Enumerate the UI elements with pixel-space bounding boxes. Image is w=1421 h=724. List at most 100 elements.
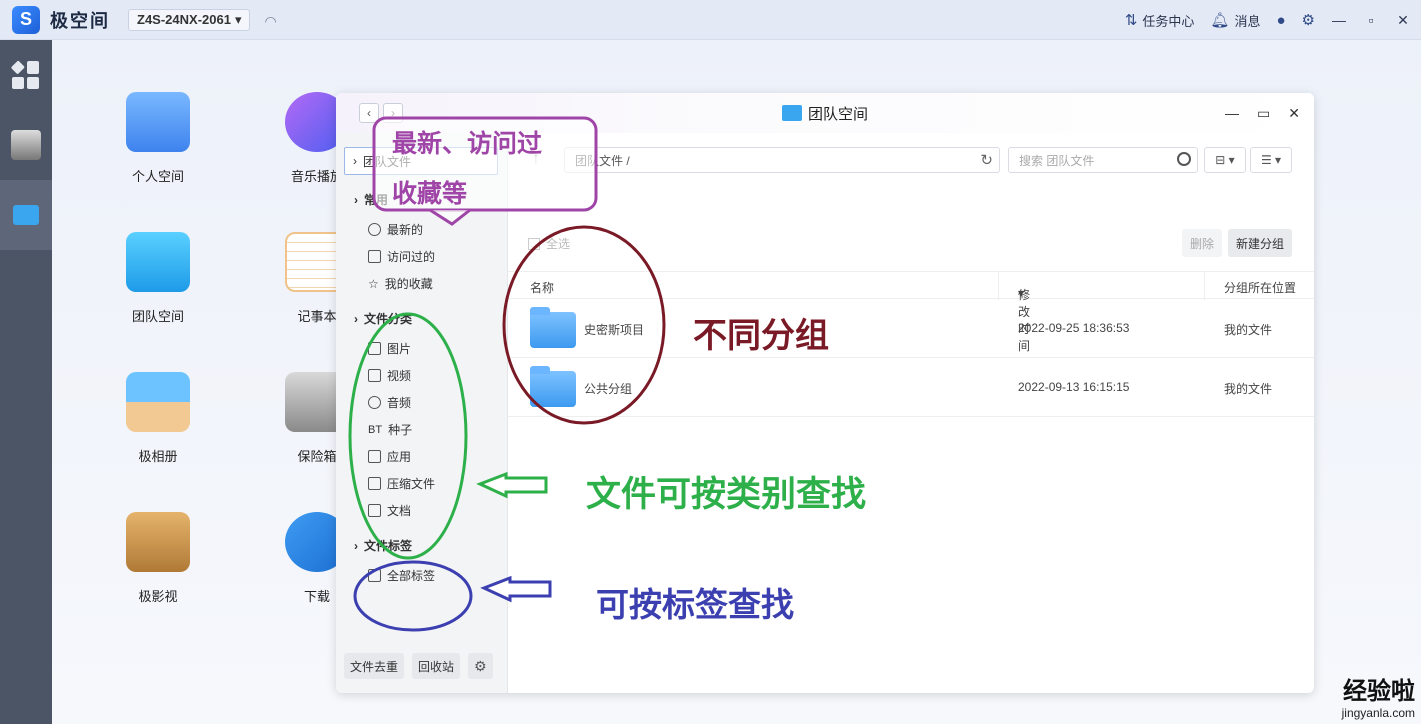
desktop-icon-team[interactable]: 团队空间 (103, 232, 213, 325)
minimize-button[interactable]: — (1331, 12, 1347, 28)
sort-icon: ⊟ ▾ (1215, 153, 1235, 167)
rail-apps[interactable] (0, 40, 52, 110)
new-group-button[interactable]: 新建分组 (1228, 229, 1293, 257)
chevron-right-icon: › (354, 311, 358, 326)
path-text: 团队文件 / (575, 153, 630, 168)
annotation-bubble-line2: 收藏等 (392, 179, 468, 208)
sidebar-item-images[interactable]: 图片 (368, 340, 411, 357)
rail-user[interactable] (0, 110, 52, 180)
settings-gear-icon[interactable]: ⚙ (468, 653, 493, 679)
view-mode-button[interactable]: ☰ ▾ (1250, 147, 1292, 173)
star-icon: ☆ (368, 276, 379, 291)
sidebar-item-label: 访问过的 (387, 250, 436, 264)
annotation-groups: 不同分组 (693, 316, 829, 356)
desktop-icon-video[interactable]: 极影视 (103, 512, 213, 605)
checkbox (528, 237, 540, 250)
annotation-categories: 文件可按类别查找 (586, 475, 867, 515)
sidebar-item-videos[interactable]: 视频 (368, 367, 411, 384)
folder-icon (126, 92, 190, 152)
transfer-icon: ⇅ (1124, 12, 1138, 29)
task-center-button[interactable]: ⇅ 任务中心 (1125, 11, 1195, 30)
device-select[interactable]: Z4S-24NX-2061 ▾ (128, 8, 251, 31)
sidebar-item-archives[interactable]: 压缩文件 (368, 475, 435, 492)
section-label: 文件分类 (364, 312, 413, 326)
search-input[interactable]: 搜索 团队文件 (1008, 147, 1198, 173)
apps-icon (11, 60, 40, 89)
desktop-icon-personal[interactable]: 个人空间 (103, 92, 213, 185)
select-all-label: 全选 (546, 237, 571, 251)
device-name: Z4S-24NX-2061 (137, 12, 231, 27)
messages-label: 消息 (1234, 13, 1261, 29)
desktop-icon-label: 团队空间 (131, 309, 184, 324)
window-close-button[interactable]: ✕ (1288, 105, 1300, 122)
sort-button[interactable]: ⊟ ▾ (1204, 147, 1246, 173)
task-center-label: 任务中心 (1142, 13, 1195, 29)
close-button[interactable]: ✕ (1395, 12, 1411, 29)
table-row[interactable]: 史密斯项目 2022-09-25 18:36:53 我的文件 (508, 299, 1314, 358)
recycle-bin-button[interactable]: 回收站 (412, 653, 461, 679)
sidebar-item-favorites[interactable]: ☆ 我的收藏 (368, 275, 433, 292)
window-title-text: 团队空间 (807, 105, 868, 123)
watermark-line1: 经验啦 (1343, 677, 1415, 705)
sidebar-item-all-tags[interactable]: 全部标签 (368, 567, 435, 584)
window-title: 团队空间 (336, 103, 1314, 124)
sidebar-section-common[interactable]: › 常用 (354, 191, 388, 208)
sidebar: › 团队文件 › 常用 最新的 访问过的 ☆ 我的收藏 › 文件分类 图片 视频 音频 … (336, 133, 508, 693)
table-row[interactable]: 公共分组 2022-09-13 16:15:15 我的文件 (508, 358, 1314, 417)
window-maximize-button[interactable]: ▭ (1257, 105, 1270, 122)
sidebar-item-label: 视频 (387, 369, 412, 383)
sidebar-item-label: 文档 (387, 504, 412, 518)
dedupe-button[interactable]: 文件去重 (344, 653, 405, 679)
document-icon (368, 504, 381, 517)
torrent-icon: BT (368, 423, 383, 436)
rail-team-space[interactable] (0, 180, 52, 250)
sidebar-item-audio[interactable]: 音频 (368, 394, 411, 411)
sidebar-item-label: 压缩文件 (387, 477, 436, 491)
window-minimize-button[interactable]: — (1225, 105, 1239, 122)
table-header: 名称 修改时间 ▾ 分组所在位置 (508, 271, 1314, 353)
annotation-tags: 可按标签查找 (596, 585, 794, 624)
video-icon (126, 512, 190, 572)
chevron-right-icon: › (354, 538, 358, 553)
image-icon (368, 342, 381, 355)
row-modified: 2022-09-25 18:36:53 (1018, 321, 1130, 335)
path-bar[interactable]: 团队文件 / ↻ (564, 147, 1000, 173)
search-placeholder: 搜索 团队文件 (1019, 153, 1095, 168)
group-folder-icon (530, 366, 576, 407)
refresh-icon[interactable]: ↻ (980, 151, 993, 169)
search-icon (1177, 152, 1191, 166)
audio-icon (368, 396, 381, 409)
col-location[interactable]: 分组所在位置 (1224, 279, 1296, 296)
maximize-button[interactable]: ▫ (1363, 12, 1379, 28)
gear-icon[interactable]: ⚙ (1302, 11, 1315, 29)
sidebar-item-torrents[interactable]: BT 种子 (368, 421, 412, 438)
delete-button[interactable]: 删除 (1182, 229, 1223, 257)
sidebar-item-label: 我的收藏 (384, 277, 433, 291)
sidebar-item-label: 最新的 (387, 223, 424, 237)
archive-icon (368, 477, 381, 490)
sidebar-item-apps[interactable]: 应用 (368, 448, 411, 465)
row-name: 公共分组 (584, 382, 633, 396)
sidebar-item-documents[interactable]: 文档 (368, 502, 411, 519)
wifi-icon: ◠ (264, 12, 277, 29)
col-name[interactable]: 名称 (530, 279, 554, 296)
section-label: 文件标签 (364, 539, 413, 553)
user-icon[interactable]: ● (1276, 12, 1285, 29)
section-label: 常用 (364, 193, 389, 207)
sidebar-section-categories[interactable]: › 文件分类 (354, 310, 412, 327)
clock-icon (368, 223, 381, 236)
chevron-right-icon: › (353, 154, 357, 168)
team-folder-icon (126, 232, 190, 292)
sidebar-item-recent[interactable]: 最新的 (368, 221, 423, 238)
select-all-checkbox[interactable]: 全选 (528, 235, 570, 252)
visited-icon (368, 250, 381, 263)
messages-button[interactable]: 🔔︎ 消息 (1210, 11, 1260, 30)
team-space-icon (13, 205, 39, 225)
desktop-icon-photos[interactable]: 极相册 (103, 372, 213, 465)
list-view-icon: ☰ ▾ (1260, 153, 1282, 167)
row-location: 我的文件 (1224, 323, 1273, 337)
desktop-icon-label: 极相册 (138, 449, 178, 464)
sidebar-item-visited[interactable]: 访问过的 (368, 248, 435, 265)
sidebar-section-tags[interactable]: › 文件标签 (354, 537, 412, 554)
row-modified: 2022-09-13 16:15:15 (1018, 380, 1130, 394)
